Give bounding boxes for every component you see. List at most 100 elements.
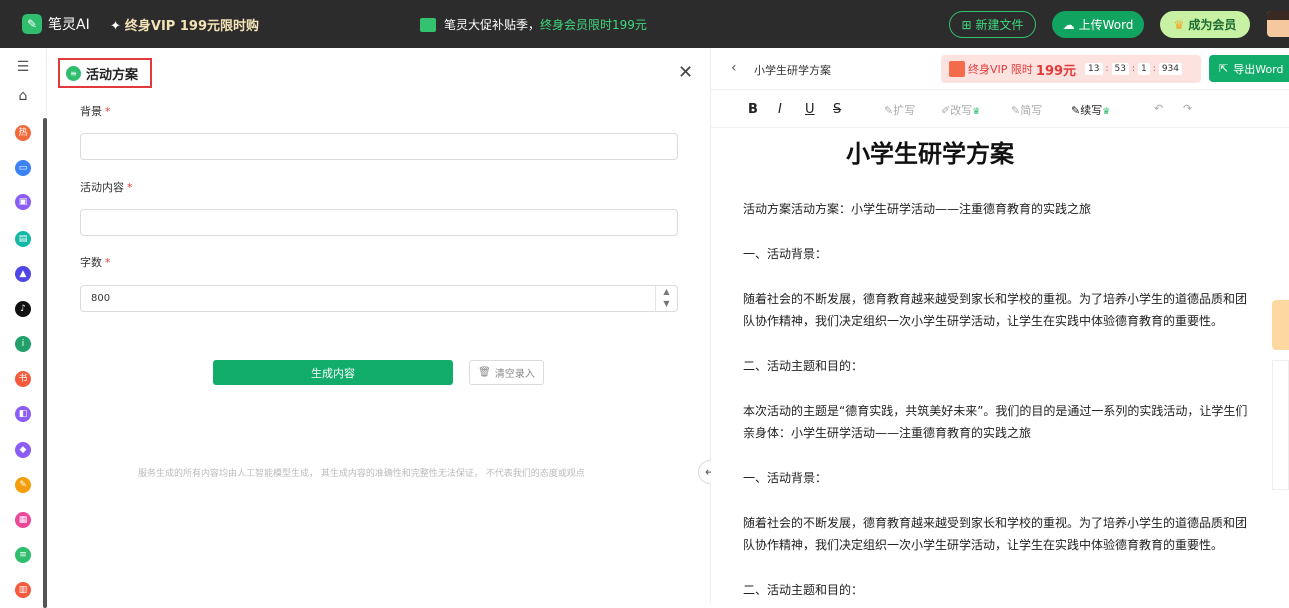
wand-icon: ✐ [941,104,951,117]
close-icon[interactable]: ✕ [678,62,693,83]
doc-paragraph[interactable]: 活动方案活动方案：小学生研学活动——注重德育教育的实践之旅 [743,197,1283,221]
top-bar: ✎ 笔灵AI ✦ 终身VIP 199元限时购 笔灵大促补贴季， 终身会员限时199元… [0,0,1289,48]
avatar[interactable] [1267,11,1289,37]
generate-button[interactable]: 生成内容 [213,360,453,385]
timer-separator: : [1132,64,1136,74]
file-icon[interactable]: ≡ [15,547,31,563]
background-input[interactable] [80,133,678,160]
tag-icon[interactable]: ◆ [15,442,31,458]
sparkle-icon: ✦ [110,19,121,34]
panel-title: 活动方案 [86,67,139,83]
crown-icon: ♛ [1173,17,1185,32]
promo-highlight: 终身会员限时199元 [540,18,647,32]
word-count-stepper[interactable]: 800 ▲ ▼ [80,285,678,312]
word-count-label: 字数 * [80,254,111,270]
trash-icon: 🗑 [478,367,491,378]
sidebar-scrollbar[interactable] [43,118,47,608]
image-icon[interactable]: ▤ [15,231,31,247]
rewrite-button[interactable]: ✐改写♛ [941,102,980,118]
doc-paragraph[interactable]: 队协作精神，我们决定组织一次小学生研学活动，让学生在实践中体验德育教育的重要性。 [743,533,1283,557]
document-panel: ‹ 小学生研学方案 终身VIP 限时 199元 13: 53: 1: 934 ⇱… [711,48,1289,603]
promo-banner[interactable]: 笔灵大促补贴季， 终身会员限时199元 [420,16,647,33]
book-icon[interactable]: ◧ [15,406,31,422]
document-header: ‹ 小学生研学方案 终身VIP 限时 199元 13: 53: 1: 934 ⇱… [711,48,1289,90]
strikethrough-button[interactable]: S [833,102,841,117]
hot-icon[interactable]: 热 [15,125,31,141]
crown-icon: ♛ [1102,107,1111,117]
graduation-icon[interactable]: ▲ [15,266,31,282]
leaf-logo-icon: ✎ [22,14,42,34]
doc-paragraph[interactable]: 二、活动主题和目的： [743,354,1283,378]
chevron-down-icon[interactable]: ▼ [656,298,677,310]
floating-promo-widget[interactable] [1272,300,1289,350]
pen-icon: ✎ [884,104,894,117]
shorten-button[interactable]: ✎简写 [1011,102,1042,118]
continue-button[interactable]: ✎续写♛ [1071,102,1110,118]
background-label: 背景 * [80,103,111,119]
italic-button[interactable]: I [778,102,782,117]
bold-button[interactable]: B [748,102,758,117]
doc-paragraph[interactable]: 二、活动主题和目的： [743,578,1283,602]
pen-icon[interactable]: ✎ [15,477,31,493]
doc-paragraph[interactable]: 随着社会的不断发展，德育教育越来越受到家长和学校的重视。为了培养小学生的道德品质… [743,287,1283,311]
tiktok-icon[interactable]: ♪ [15,301,31,317]
shorten-label: 简写 [1020,104,1043,117]
doc-paragraph[interactable]: 队协作精神，我们决定组织一次小学生研学活动，让学生在实践中体验德育教育的重要性。 [743,309,1283,333]
doc-paragraph[interactable]: 亲身体：小学生研学活动——注重德育教育的实践之旅 [743,421,1283,445]
required-mark: * [127,181,133,194]
undo-icon[interactable]: ↶ [1154,102,1163,115]
chart-icon[interactable]: ▥ [15,582,31,598]
briefcase-icon[interactable]: ▭ [15,160,31,176]
home-icon[interactable]: ⌂ [15,88,31,104]
timer-minutes: 53 [1111,63,1129,75]
vip-promo-text: 终身VIP 199元限时购 [124,19,259,34]
bottle-icon[interactable]: i [15,336,31,352]
doc-paragraph[interactable]: 一、活动背景： [743,466,1283,490]
vip-price: 199元 [1035,63,1077,79]
disclaimer: 服务生成的所有内容均由人工智能模型生成， 其生成内容的准确性和完整性无法保证， … [138,469,585,479]
gift-icon [949,61,965,77]
upload-word-label: 上传Word [1078,18,1134,32]
doc-paragraph[interactable]: 本次活动的主题是“德育实践，共筑美好未来”。我们的目的是通过一系列的实践活动，让… [743,399,1283,423]
activity-content-label-text: 活动内容 [80,181,124,194]
upload-word-button[interactable]: ☁ 上传Word [1052,11,1144,38]
xiaohongshu-icon[interactable]: 书 [15,371,31,387]
timer-seconds: 1 [1138,63,1150,75]
timer-millis: 934 [1158,63,1183,75]
timer-separator: : [1105,64,1109,74]
expand-button[interactable]: ✎扩写 [884,102,915,118]
app-logo[interactable]: ✎ 笔灵AI [22,14,90,34]
pen-icon: ✎ [1071,104,1081,117]
sidebar: ☰ ⌂ 热 ▭ ▣ ▤ ▲ ♪ i 书 ◧ ◆ ✎ ▦ ≡ ▥ [0,48,47,608]
promo-prefix: 笔灵大促补贴季， [444,18,541,32]
clear-button[interactable]: 🗑 清空录入 [469,360,544,385]
document-icon: ≡ [66,65,81,81]
back-chevron-icon[interactable]: ‹ [731,60,737,76]
clear-label: 清空录入 [494,369,535,380]
stepper-controls[interactable]: ▲ ▼ [655,286,677,311]
continue-label: 续写 [1080,104,1103,117]
export-word-button[interactable]: ⇱ 导出Word [1209,55,1289,82]
new-file-button[interactable]: ⊞ 新建文件 [949,11,1036,38]
cube-icon[interactable]: ▦ [15,512,31,528]
menu-icon[interactable]: ☰ [15,59,31,75]
chevron-up-icon[interactable]: ▲ [656,286,677,298]
redo-icon[interactable]: ↷ [1183,102,1192,115]
doc-paragraph[interactable]: 一、活动背景： [743,242,1283,266]
doc-paragraph[interactable]: 随着社会的不断发展，德育教育越来越受到家长和学校的重视。为了培养小学生的道德品质… [743,511,1283,535]
doc-icon[interactable]: ▣ [15,194,31,210]
activity-content-input[interactable] [80,209,678,236]
floating-side-card[interactable] [1272,360,1289,490]
become-member-label: 成为会员 [1188,18,1237,32]
pen-icon: ✎ [1011,104,1021,117]
vip-promo[interactable]: ✦ 终身VIP 199元限时购 [110,15,259,34]
vip-countdown-banner[interactable]: 终身VIP 限时 199元 13: 53: 1: 934 [941,55,1201,83]
form-panel: ≡ 活动方案 ✕ 背景 * 活动内容 * 字数 * 800 ▲ ▼ 生成内容 🗑 清空录… [48,48,710,603]
underline-button[interactable]: U [805,102,815,117]
vip-label: 终身VIP 限时 [968,63,1033,76]
export-icon: ⇱ [1219,62,1229,75]
rewrite-label: 改写 [950,104,973,117]
become-member-button[interactable]: ♛ 成为会员 [1160,11,1250,38]
crown-icon: ♛ [972,107,981,117]
word-count-label-text: 字数 [80,256,102,269]
